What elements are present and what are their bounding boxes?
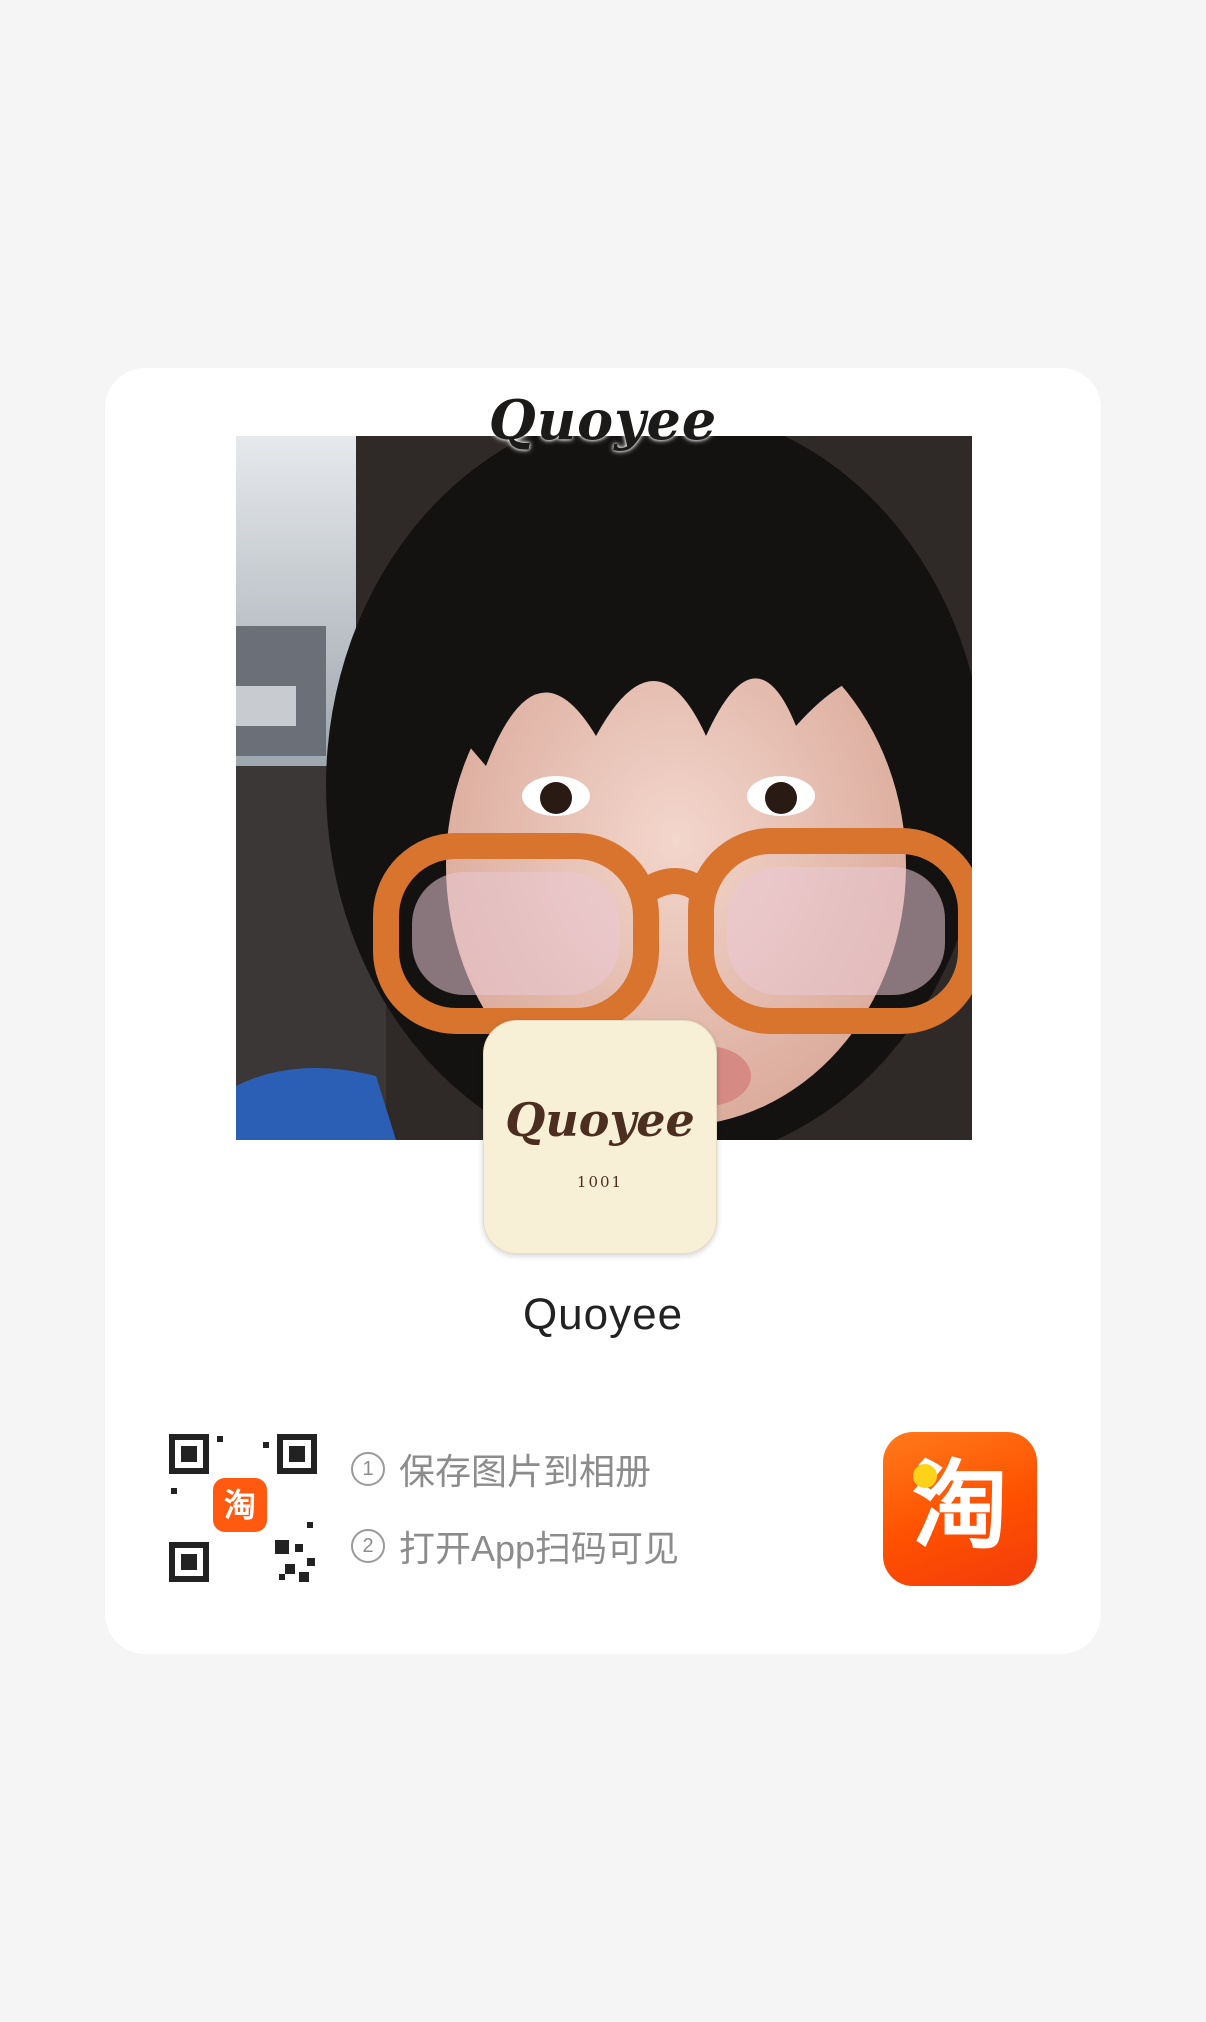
qr-badge: 淘 (213, 1478, 267, 1532)
shop-name: Quoyee (522, 1290, 684, 1339)
shop-avatar[interactable]: Quoyee 1001 (483, 1020, 717, 1254)
step-number: 1 (351, 1452, 385, 1486)
taobao-app-icon[interactable]: 淘 (883, 1432, 1037, 1586)
step-save-image: 1 保存图片到相册 (351, 1443, 651, 1495)
step-open-app: 2 打开App扫码可见 (351, 1520, 679, 1572)
step-number: 2 (351, 1529, 385, 1563)
avatar-logo-text: Quoyee (505, 1093, 695, 1147)
taobao-icon-dot (913, 1464, 937, 1488)
share-card: Quoyee Quoyee 1001 Quoyee 淘 1 保存图片到相册 2 … (105, 368, 1101, 1654)
taobao-icon-char: 淘 (912, 1453, 1008, 1560)
banner-logo: Quoyee (488, 388, 718, 452)
step-text: 保存图片到相册 (399, 1451, 652, 1492)
avatar-sub-text: 1001 (576, 1173, 624, 1191)
qr-code[interactable]: 淘 (167, 1432, 319, 1584)
step-text: 打开App扫码可见 (399, 1528, 680, 1569)
